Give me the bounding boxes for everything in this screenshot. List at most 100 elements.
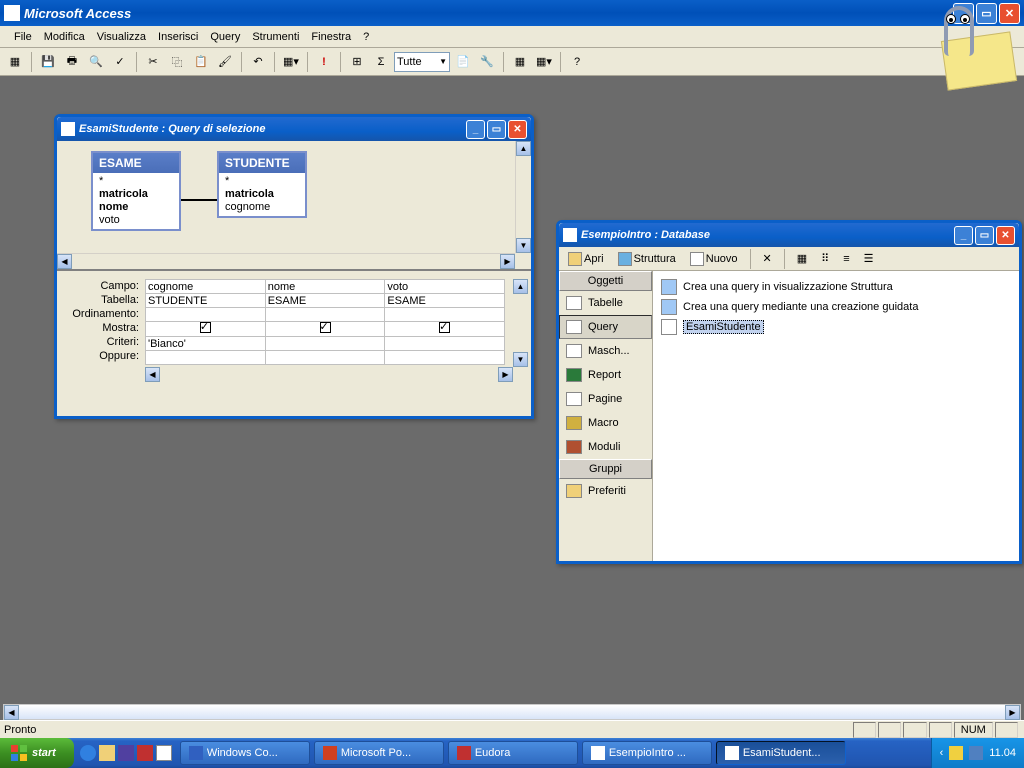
task-esempiointro[interactable]: EsempioIntro ... <box>582 741 712 765</box>
menu-help[interactable]: ? <box>357 29 375 45</box>
task-windows-commander[interactable]: Windows Co... <box>180 741 310 765</box>
tray-icon[interactable] <box>949 746 963 760</box>
menu-query[interactable]: Query <box>204 29 246 45</box>
grid-cell[interactable]: 'Bianco' <box>146 337 266 351</box>
return-combo[interactable]: Tutte▼ <box>394 52 450 72</box>
query-grid[interactable]: cognome nome voto STUDENTE ESAME ESAME <box>145 279 513 365</box>
scroll-right-button[interactable]: ▶ <box>500 254 515 269</box>
menu-inserisci[interactable]: Inserisci <box>152 29 204 45</box>
grid-vscroll[interactable]: ▲ ▼ <box>513 279 529 367</box>
db-window-titlebar[interactable]: EsempioIntro : Database _ ▭ ✕ <box>559 223 1019 247</box>
view-large-icons-button[interactable]: ▦ <box>792 250 812 267</box>
task-esamistudente[interactable]: EsamiStudent... <box>716 741 846 765</box>
sidebar-item-query[interactable]: Query <box>559 315 652 339</box>
office-assistant-clippy[interactable] <box>914 6 1014 86</box>
dbwindow-button[interactable]: ▦ <box>509 51 531 73</box>
scroll-right-button[interactable]: ▶ <box>498 367 513 382</box>
field[interactable]: nome <box>97 201 175 214</box>
qwin-minimize-button[interactable]: _ <box>466 120 485 139</box>
sidebar-category-oggetti[interactable]: Oggetti <box>559 271 652 291</box>
totals-button[interactable]: Σ <box>370 51 392 73</box>
dbwin-maximize-button[interactable]: ▭ <box>975 226 994 245</box>
tray-expand-icon[interactable]: ‹ <box>940 747 944 759</box>
run-button[interactable]: ! <box>313 51 335 73</box>
grid-show-checkbox[interactable] <box>265 322 385 337</box>
paste-button[interactable]: 📋 <box>190 51 212 73</box>
view-button[interactable]: ▦ <box>4 51 26 73</box>
sidebar-item-maschere[interactable]: Masch... <box>559 339 652 363</box>
db-new-button[interactable]: Nuovo <box>685 250 743 268</box>
join-line[interactable] <box>181 199 217 201</box>
table-studente[interactable]: STUDENTE * matricola cognome <box>217 151 307 218</box>
grid-cell[interactable]: ESAME <box>265 294 385 308</box>
grid-cell[interactable] <box>385 351 505 365</box>
sidebar-item-preferiti[interactable]: Preferiti <box>559 479 652 503</box>
field[interactable]: matricola <box>223 188 301 201</box>
sidebar-item-macro[interactable]: Macro <box>559 411 652 435</box>
db-design-button[interactable]: Struttura <box>613 250 681 268</box>
grid-cell[interactable]: cognome <box>146 280 266 294</box>
grid-show-checkbox[interactable] <box>146 322 266 337</box>
spellcheck-button[interactable]: ✓ <box>109 51 131 73</box>
grid-cell[interactable] <box>385 337 505 351</box>
field[interactable]: * <box>97 175 175 188</box>
copy-button[interactable]: ⿻ <box>166 51 188 73</box>
task-eudora[interactable]: Eudora <box>448 741 578 765</box>
query-diagram-pane[interactable]: ESAME * matricola nome voto STUDENTE * m… <box>57 141 531 271</box>
field[interactable]: matricola <box>97 188 175 201</box>
sidebar-category-gruppi[interactable]: Gruppi <box>559 459 652 479</box>
scroll-down-button[interactable]: ▼ <box>516 238 531 253</box>
diagram-hscroll[interactable]: ◀ ▶ <box>57 253 515 269</box>
querytype-button[interactable]: ▦▾ <box>280 51 302 73</box>
outlook-icon[interactable] <box>99 745 115 761</box>
app-icon[interactable] <box>137 745 153 761</box>
db-item-create-wizard[interactable]: Crea una query mediante una creazione gu… <box>659 297 1013 317</box>
print-button[interactable]: 🖶 <box>61 51 83 73</box>
menu-file[interactable]: File <box>8 29 38 45</box>
undo-button[interactable]: ↶ <box>247 51 269 73</box>
grid-cell[interactable]: voto <box>385 280 505 294</box>
table-esame[interactable]: ESAME * matricola nome voto <box>91 151 181 231</box>
dbwin-minimize-button[interactable]: _ <box>954 226 973 245</box>
menu-visualizza[interactable]: Visualizza <box>91 29 152 45</box>
task-powerpoint[interactable]: Microsoft Po... <box>314 741 444 765</box>
newobject-button[interactable]: ▦▾ <box>533 51 555 73</box>
scroll-down-button[interactable]: ▼ <box>513 352 528 367</box>
scroll-left-button[interactable]: ◀ <box>57 254 72 269</box>
sidebar-item-tabelle[interactable]: Tabelle <box>559 291 652 315</box>
grid-cell[interactable]: ESAME <box>385 294 505 308</box>
grid-cell[interactable] <box>146 351 266 365</box>
qwin-close-button[interactable]: ✕ <box>508 120 527 139</box>
grid-cell[interactable]: STUDENTE <box>146 294 266 308</box>
cut-button[interactable]: ✂ <box>142 51 164 73</box>
grid-cell[interactable] <box>265 337 385 351</box>
format-painter-button[interactable]: 🖌 <box>214 51 236 73</box>
db-item-esamistudente[interactable]: EsamiStudente <box>659 317 1013 337</box>
showtable-button[interactable]: ⊞ <box>346 51 368 73</box>
grid-cell[interactable]: nome <box>265 280 385 294</box>
tray-icon[interactable] <box>969 746 983 760</box>
sidebar-item-pagine[interactable]: Pagine <box>559 387 652 411</box>
menu-modifica[interactable]: Modifica <box>38 29 91 45</box>
system-tray[interactable]: ‹ 11.04 <box>931 738 1024 768</box>
grid-show-checkbox[interactable] <box>385 322 505 337</box>
field[interactable]: voto <box>97 214 175 227</box>
db-open-button[interactable]: Apri <box>563 250 609 268</box>
scroll-up-button[interactable]: ▲ <box>516 141 531 156</box>
sidebar-item-report[interactable]: Report <box>559 363 652 387</box>
help-button[interactable]: ? <box>566 51 588 73</box>
menu-strumenti[interactable]: Strumenti <box>246 29 305 45</box>
dbwin-close-button[interactable]: ✕ <box>996 226 1015 245</box>
grid-cell[interactable] <box>265 351 385 365</box>
scroll-left-button[interactable]: ◀ <box>4 705 19 720</box>
preview-button[interactable]: 🔍 <box>85 51 107 73</box>
qwin-maximize-button[interactable]: ▭ <box>487 120 506 139</box>
diagram-vscroll[interactable]: ▲ ▼ <box>515 141 531 253</box>
grid-hscroll[interactable]: ◀ ▶ <box>145 367 513 383</box>
db-item-create-design[interactable]: Crea una query in visualizzazione Strutt… <box>659 277 1013 297</box>
sidebar-item-moduli[interactable]: Moduli <box>559 435 652 459</box>
save-button[interactable]: 💾 <box>37 51 59 73</box>
field[interactable]: * <box>223 175 301 188</box>
clock[interactable]: 11.04 <box>989 747 1016 759</box>
scroll-left-button[interactable]: ◀ <box>145 367 160 382</box>
